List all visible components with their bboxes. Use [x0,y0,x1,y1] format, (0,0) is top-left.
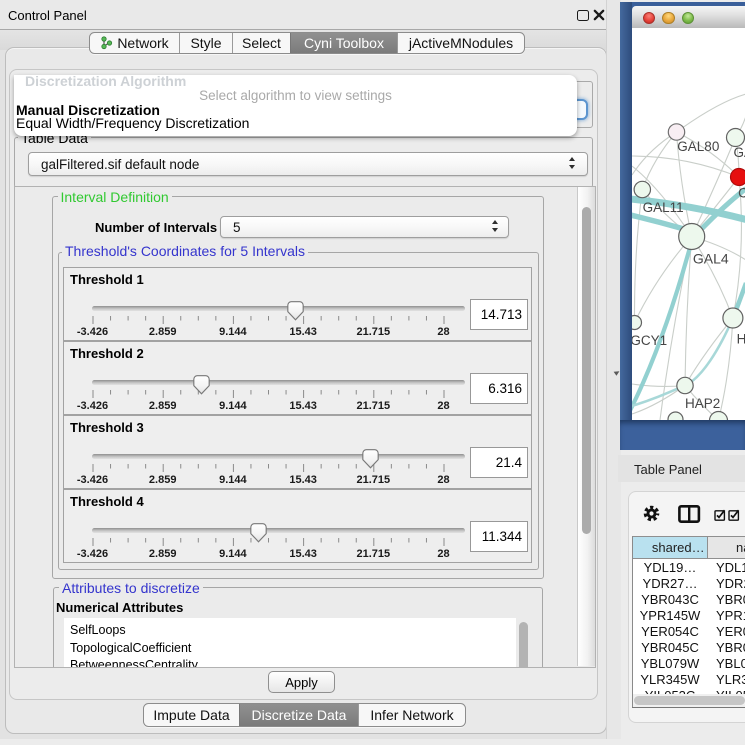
svg-text:GAL4: GAL4 [692,251,728,267]
svg-text:GAL80: GAL80 [677,139,719,154]
svg-text:GA: GA [733,145,745,160]
svg-text:GAL11: GAL11 [642,200,683,215]
svg-text:CY: CY [738,186,745,201]
svg-text:GCY1: GCY1 [632,333,667,348]
svg-text:HAP2: HAP2 [685,396,720,411]
svg-text:HI: HI [736,332,745,347]
